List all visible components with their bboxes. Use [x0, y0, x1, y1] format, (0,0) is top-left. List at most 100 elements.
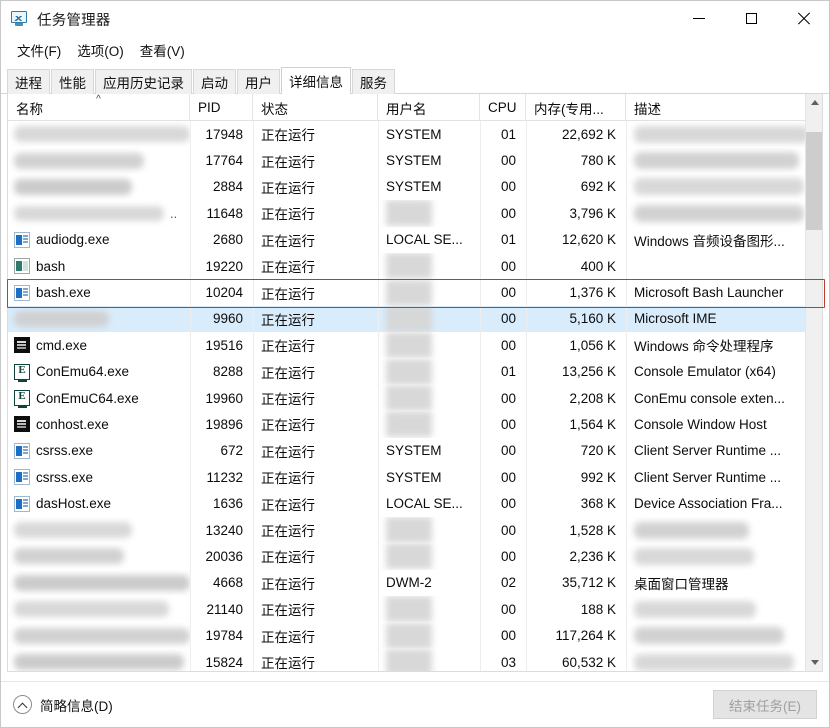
- table-row[interactable]: ConEmuC64.exe 19960 正在运行 00 2,208 K ConEmu co…: [8, 385, 822, 412]
- menu-file[interactable]: 文件(F): [9, 38, 69, 63]
- cell-username-text: DWM-2: [386, 575, 432, 591]
- cell-username: SYSTEM: [378, 147, 480, 173]
- redacted-value: [386, 253, 432, 280]
- table-row[interactable]: 9960 正在运行 00 5,160 K Microsoft IME: [8, 305, 822, 333]
- cell-pid-text: 2884: [212, 179, 243, 195]
- cell-status: 正在运行: [253, 174, 378, 200]
- cell-memory-text: 22,692 K: [561, 126, 616, 142]
- status-bar: 简略信息(D) 结束任务(E): [1, 681, 829, 727]
- cell-memory-text: 12,620 K: [561, 232, 616, 248]
- column-header-description[interactable]: 描述: [626, 94, 816, 121]
- cell-status-text: 正在运行: [261, 603, 315, 619]
- cell-status: 正在运行: [253, 543, 378, 569]
- cell-username: [378, 200, 480, 227]
- close-button[interactable]: [777, 1, 829, 35]
- column-header-cpu[interactable]: CPU: [480, 94, 526, 121]
- column-header-pid[interactable]: PID: [190, 94, 253, 121]
- menu-options[interactable]: 选项(O): [69, 38, 132, 63]
- end-task-button[interactable]: 结束任务(E): [713, 690, 817, 719]
- table-row[interactable]: 19784 正在运行 00 117,264 K: [8, 622, 822, 649]
- cell-username: SYSTEM: [378, 438, 480, 464]
- cell-cpu: 00: [480, 596, 526, 622]
- cell-memory: 1,528 K: [526, 517, 626, 543]
- chevron-up-circle-icon: [13, 695, 32, 714]
- cell-status-text: 正在运行: [261, 629, 315, 645]
- table-row[interactable]: 15824 正在运行 03 60,532 K: [8, 649, 822, 671]
- vertical-scrollbar[interactable]: [805, 94, 822, 671]
- tab-users[interactable]: 用户: [237, 69, 280, 94]
- cell-memory: 1,564 K: [526, 411, 626, 437]
- description-text: Client Server Runtime ...: [634, 443, 782, 459]
- table-row[interactable]: bash 19220 正在运行 00 400 K: [8, 253, 822, 280]
- maximize-button[interactable]: [725, 1, 777, 35]
- description-text: Device Association Fra...: [634, 496, 783, 512]
- cell-pid: 11648: [190, 200, 253, 226]
- table-row[interactable]: bash.exe 10204 正在运行 00 1,376 K Microsoft Bash…: [8, 279, 822, 306]
- scrollbar-thumb[interactable]: [806, 131, 822, 230]
- cell-memory: 3,796 K: [526, 200, 626, 226]
- cell-cpu: 00: [480, 543, 526, 569]
- cell-status-text: 正在运行: [261, 260, 315, 276]
- cell-memory-text: 117,264 K: [555, 628, 616, 644]
- cell-memory-text: 1,528 K: [569, 522, 616, 538]
- cell-pid-text: 15824: [205, 654, 243, 670]
- cell-memory: 35,712 K: [526, 570, 626, 596]
- table-row[interactable]: 4668 正在运行 DWM-2 02 35,712 K 桌面窗口管理器: [8, 570, 822, 596]
- cell-status-text: 正在运行: [261, 207, 315, 223]
- cell-pid: 19220: [190, 253, 253, 279]
- tab-processes[interactable]: 进程: [7, 69, 50, 94]
- cell-username: SYSTEM: [378, 121, 480, 147]
- cell-cpu: 00: [480, 306, 526, 332]
- cell-pid: 19516: [190, 332, 253, 358]
- redacted-description: [634, 600, 756, 618]
- fewer-details-button[interactable]: 简略信息(D): [13, 695, 113, 715]
- table-row[interactable]: cmd.exe 19516 正在运行 00 1,056 K Windows 命令处理程序: [8, 332, 822, 359]
- cell-cpu-text: 00: [500, 179, 516, 195]
- tab-app-history[interactable]: 应用历史记录: [95, 69, 192, 94]
- table-row[interactable]: 21140 正在运行 00 188 K: [8, 596, 822, 623]
- table-row[interactable]: csrss.exe 672 正在运行 SYSTEM 00 720 K Client Serv…: [8, 438, 822, 464]
- tab-details[interactable]: 详细信息: [281, 67, 351, 95]
- menu-view[interactable]: 查看(V): [132, 38, 193, 63]
- cell-cpu: 01: [480, 359, 526, 385]
- table-row[interactable]: 13240 正在运行 00 1,528 K: [8, 517, 822, 544]
- cell-name: [8, 147, 190, 173]
- scroll-down-button[interactable]: [806, 654, 822, 671]
- tab-performance[interactable]: 性能: [51, 69, 94, 94]
- table-row[interactable]: audiodg.exe 2680 正在运行 LOCAL SE... 01 12,620 K…: [8, 227, 822, 253]
- table-row[interactable]: csrss.exe 11232 正在运行 SYSTEM 00 992 K Client Se…: [8, 464, 822, 490]
- cell-description: Console Window Host: [626, 411, 816, 437]
- column-header-name[interactable]: 名称 ^: [8, 94, 190, 121]
- column-header-status[interactable]: 状态: [253, 94, 378, 121]
- table-row[interactable]: ConEmu64.exe 8288 正在运行 01 13,256 K Console Em…: [8, 358, 822, 385]
- tab-startup[interactable]: 启动: [193, 69, 236, 94]
- column-header-username[interactable]: 用户名: [378, 94, 480, 121]
- minimize-button[interactable]: [673, 1, 725, 35]
- redacted-name: [14, 574, 190, 591]
- table-row[interactable]: 17948 正在运行 SYSTEM 01 22,692 K: [8, 121, 822, 147]
- cell-status-text: 正在运行: [261, 312, 315, 328]
- table-row[interactable]: 17764 正在运行 SYSTEM 00 780 K: [8, 147, 822, 173]
- chevron-up-icon: [810, 100, 819, 105]
- cell-cpu-text: 00: [500, 628, 516, 644]
- generic-app-icon: [14, 231, 30, 248]
- tab-services[interactable]: 服务: [352, 69, 395, 94]
- cell-description: ConEmu console exten...: [626, 385, 816, 411]
- cell-username: [378, 596, 480, 623]
- table-row[interactable]: conhost.exe 19896 正在运行 00 1,564 K Console Win…: [8, 411, 822, 438]
- column-header-memory[interactable]: 内存(专用...: [526, 94, 626, 121]
- table-row[interactable]: .. 11648 正在运行 00 3,796 K: [8, 200, 822, 227]
- table-row[interactable]: 20036 正在运行 00 2,236 K: [8, 543, 822, 570]
- cell-status: 正在运行: [253, 649, 378, 671]
- scroll-up-button[interactable]: [806, 94, 822, 111]
- cell-pid: 21140: [190, 596, 253, 622]
- table-row[interactable]: 2884 正在运行 SYSTEM 00 692 K: [8, 174, 822, 200]
- cell-cpu: 00: [480, 174, 526, 200]
- cell-memory: 22,692 K: [526, 121, 626, 147]
- table-row[interactable]: dasHost.exe 1636 正在运行 LOCAL SE... 00 368 K Dev…: [8, 490, 822, 516]
- generic-app-icon: [14, 284, 30, 301]
- cell-pid: 20036: [190, 543, 253, 569]
- cell-cpu: 00: [480, 279, 526, 305]
- cell-cpu-text: 00: [500, 205, 516, 221]
- description-text: Console Window Host: [634, 416, 767, 432]
